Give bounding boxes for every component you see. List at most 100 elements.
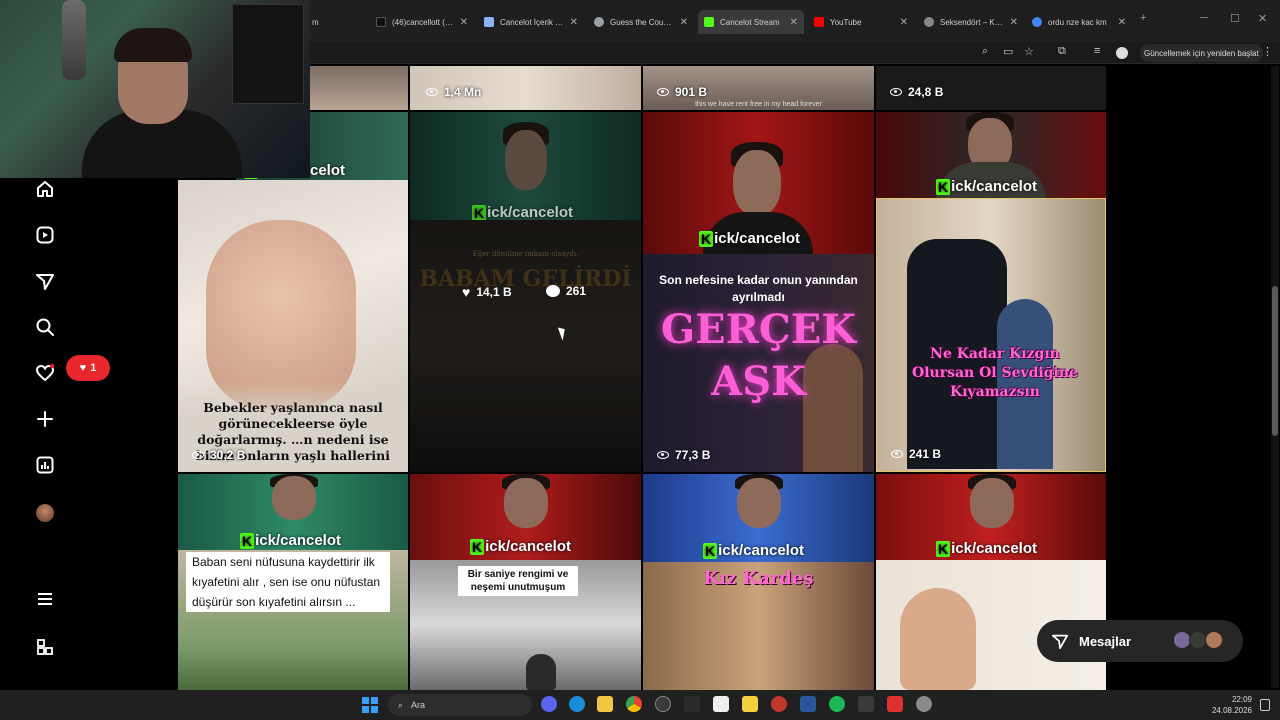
update-restart-button[interactable]: Güncellemek için yeniden başlat <box>1140 44 1263 62</box>
close-tab-icon[interactable]: ✕ <box>900 17 908 28</box>
file-explorer-icon[interactable] <box>597 696 613 712</box>
close-tab-icon[interactable]: ✕ <box>1010 17 1018 28</box>
comment-count: 261 <box>546 284 586 298</box>
settings-gear-icon[interactable] <box>916 696 932 712</box>
view-count: 901 B <box>657 85 707 99</box>
reading-list-icon[interactable]: ≡ <box>1094 45 1100 57</box>
browser-tab-active[interactable]: Cancelot Stream ✕ <box>698 10 804 34</box>
microphone-image <box>62 0 86 80</box>
tiktok-icon <box>376 17 386 27</box>
send-icon <box>1051 634 1069 650</box>
close-window-icon[interactable]: ✕ <box>1258 12 1267 25</box>
stream-clip[interactable]: Kick/cancelot <box>876 112 1106 198</box>
close-tab-icon[interactable]: ✕ <box>790 17 798 28</box>
eye-icon <box>891 450 903 458</box>
browser-tab[interactable]: Guess the Country… ✕ <box>588 10 694 34</box>
close-tab-icon[interactable]: ✕ <box>1118 17 1126 28</box>
browser-tab[interactable]: Seksendört – Ken… ✕ <box>918 10 1024 34</box>
messages-button[interactable]: Mesajlar <box>1037 620 1243 662</box>
new-tab-icon[interactable]: + <box>1140 12 1146 24</box>
scrollbar-thumb[interactable] <box>1272 286 1278 436</box>
app-icon[interactable] <box>771 696 787 712</box>
maximize-icon[interactable]: ☐ <box>1230 12 1240 25</box>
profile-icon[interactable] <box>1116 47 1128 59</box>
send-icon[interactable] <box>34 270 56 292</box>
kick-watermark: Kick/cancelot <box>936 540 1038 557</box>
stream-clip[interactable]: Kick/cancelot <box>876 474 1106 560</box>
post-caption: Ne Kadar Kızgın Olursan Ol Sevdiğine Kıy… <box>912 346 1078 400</box>
post-tile[interactable]: Ne Kadar Kızgın Olursan Ol Sevdiğine Kıy… <box>876 198 1106 472</box>
post-tile[interactable] <box>310 66 408 110</box>
post-tile[interactable]: Bebekler yaşlanınca nasıl görünecekleers… <box>178 180 408 472</box>
post-tile[interactable]: Bir saniye rengimi ve neşemi unutmuşum <box>410 560 641 690</box>
spotify-icon[interactable] <box>829 696 845 712</box>
notification-badge[interactable]: ♥ 1 <box>66 355 110 381</box>
stream-clip[interactable]: Kick/cancelot <box>643 112 874 254</box>
site-icon <box>924 17 934 27</box>
view-count: 24,8 B <box>890 85 943 99</box>
kick-watermark: Kick/cancelot <box>936 178 1038 195</box>
calculator-icon[interactable] <box>858 696 874 712</box>
taskbar-clock[interactable]: 22:09 24.08.2026 <box>1212 694 1252 716</box>
post-tile[interactable]: this we have rent free in my head foreve… <box>643 66 874 110</box>
heart-icon[interactable] <box>34 362 56 384</box>
cast-icon[interactable]: ▭ <box>1003 45 1013 58</box>
browser-tab[interactable]: Cancelot İçerik St… ✕ <box>478 10 584 34</box>
chrome-icon[interactable] <box>626 696 642 712</box>
hamburger-menu-icon[interactable] <box>34 588 56 610</box>
stream-clip[interactable]: Kick/cancelot <box>178 474 408 550</box>
browser-tab[interactable]: YouTube ✕ <box>808 10 914 34</box>
post-tile[interactable]: 24,8 B <box>876 66 1106 110</box>
post-tile[interactable]: 1,4 Mn <box>410 66 641 110</box>
avatar <box>1205 631 1223 649</box>
streamer-face <box>505 130 547 190</box>
browser-tab[interactable]: ordu nze kac km ✕ <box>1026 10 1132 34</box>
close-tab-icon[interactable]: ✕ <box>680 17 688 28</box>
post-tile[interactable]: Kız Kardeş <box>643 562 874 690</box>
profile-avatar[interactable] <box>36 504 54 522</box>
app-icon[interactable] <box>887 696 903 712</box>
discord-icon[interactable] <box>541 696 557 712</box>
notepad-icon[interactable] <box>713 696 729 712</box>
extensions-icon[interactable]: ⧉ <box>1058 45 1066 58</box>
view-count: 241 B <box>891 447 941 461</box>
menu-kebab-icon[interactable]: ⋮ <box>1262 45 1273 58</box>
minimize-icon[interactable]: ─ <box>1200 12 1208 24</box>
post-tile[interactable]: Baban seni nüfusuna kaydettirir ilk kıya… <box>178 550 408 690</box>
stream-clip[interactable]: Kick/cancelot <box>643 474 874 562</box>
bookmark-star-icon[interactable]: ☆ <box>1024 45 1034 58</box>
post-tile[interactable]: Son nefesine kadar onun yanından ayrılma… <box>643 254 874 472</box>
stream-clip[interactable]: Kick/cancelot <box>410 474 641 560</box>
obs-icon[interactable] <box>655 696 671 712</box>
background-monitor <box>232 4 304 104</box>
view-count: 77,3 B <box>657 448 710 462</box>
hover-overlay <box>410 220 641 472</box>
more-apps-icon[interactable] <box>34 636 56 658</box>
notification-center-icon[interactable] <box>1260 699 1270 711</box>
taskbar-search[interactable]: ⌕ Ara <box>388 694 532 716</box>
edge-icon[interactable] <box>569 696 585 712</box>
youtube-icon <box>814 17 824 27</box>
browser-tab[interactable]: (46)cancellott (@… ✕ <box>370 10 474 34</box>
browser-tab[interactable]: m <box>306 10 362 34</box>
search-icon[interactable] <box>34 316 56 338</box>
kick-watermark: Kick/cancelot <box>470 538 572 555</box>
stream-clip[interactable]: Kick/cancelot <box>410 112 641 220</box>
close-tab-icon[interactable]: ✕ <box>570 17 578 28</box>
home-icon[interactable] <box>34 178 56 200</box>
dashboard-icon[interactable] <box>34 454 56 476</box>
eye-icon <box>192 451 204 459</box>
kick-watermark: Kick/cancelot <box>240 532 342 549</box>
close-tab-icon[interactable]: ✕ <box>460 17 468 28</box>
post-caption: Baban seni nüfusuna kaydettirir ilk kıya… <box>186 552 390 612</box>
post-tile-hovered[interactable]: Eğer dönülme imkanı olsaydı, BABAM GELİR… <box>410 220 641 472</box>
steam-icon[interactable] <box>684 696 700 712</box>
page-scrollbar[interactable] <box>1271 66 1279 688</box>
word-icon[interactable] <box>800 696 816 712</box>
sticky-notes-icon[interactable] <box>742 696 758 712</box>
zoom-icon[interactable]: ⌕ <box>982 45 988 58</box>
tab-label: Guess the Country… <box>610 17 674 27</box>
reels-icon[interactable] <box>34 224 56 246</box>
create-plus-icon[interactable] <box>34 408 56 430</box>
windows-start-icon[interactable] <box>362 697 378 713</box>
